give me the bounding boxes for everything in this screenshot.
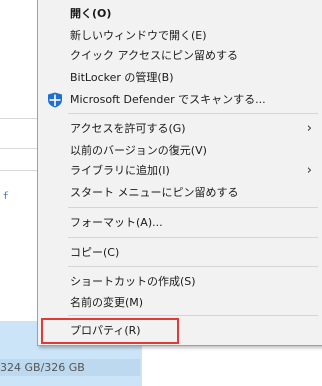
menu-item-open-new-window[interactable]: 新しいウィンドウで開く(E): [38, 25, 322, 47]
menu-item-label: 以前のバージョンの復元(V): [70, 144, 207, 157]
menu-item-format[interactable]: フォーマット(A)...: [38, 212, 322, 234]
submenu-arrow-icon: ›: [306, 121, 312, 136]
menu-item-label: Microsoft Defender でスキャンする...: [70, 93, 266, 106]
menu-item-label: BitLocker の管理(B): [70, 71, 174, 84]
menu-item-label: アクセスを許可する(G): [70, 122, 186, 135]
menu-item-label: ライブラリに追加(I): [70, 164, 170, 177]
menu-item-bitlocker[interactable]: BitLocker の管理(B): [38, 67, 322, 89]
defender-shield-icon: [48, 92, 62, 108]
drive-capacity-text: 324 GB/326 GB: [0, 361, 85, 374]
menu-item-label: フォーマット(A)...: [70, 216, 163, 229]
menu-item-label: コピー(C): [70, 246, 120, 259]
divider: [0, 118, 38, 119]
menu-item-label: スタート メニューにピン留めする: [70, 186, 239, 199]
menu-item-create-shortcut[interactable]: ショートカットの作成(S): [38, 271, 322, 293]
divider: [0, 170, 38, 171]
menu-separator: [68, 207, 318, 208]
menu-item-pin-quick-access[interactable]: クイック アクセスにピン留めする: [38, 45, 322, 67]
menu-item-include-in-library[interactable]: ライブラリに追加(I) ›: [38, 160, 322, 182]
menu-item-label: 新しいウィンドウで開く(E): [70, 29, 207, 42]
menu-separator: [68, 113, 318, 114]
menu-item-defender-scan[interactable]: Microsoft Defender でスキャンする...: [38, 89, 322, 111]
divider: [0, 148, 38, 149]
menu-separator: [68, 266, 318, 267]
list-item-fragment: ｆ: [1, 193, 10, 202]
menu-item-rename[interactable]: 名前の変更(M): [38, 292, 322, 314]
context-menu: 開く(O) 新しいウィンドウで開く(E) クイック アクセスにピン留めする Bi…: [37, 0, 322, 346]
menu-item-label: ショートカットの作成(S): [70, 275, 196, 288]
menu-item-give-access[interactable]: アクセスを許可する(G) ›: [38, 118, 322, 140]
properties-highlight-box: [41, 318, 179, 344]
menu-item-open[interactable]: 開く(O): [38, 3, 322, 25]
menu-item-label: 名前の変更(M): [70, 296, 144, 309]
submenu-arrow-icon: ›: [306, 163, 312, 178]
menu-separator: [68, 237, 318, 238]
menu-item-label: 開く(O): [70, 7, 112, 20]
drive-capacity: 324 GB/326 GB: [0, 359, 142, 376]
menu-item-copy[interactable]: コピー(C): [38, 242, 322, 264]
menu-separator: [68, 315, 318, 316]
menu-item-restore-previous-versions[interactable]: 以前のバージョンの復元(V): [38, 140, 322, 162]
menu-item-pin-to-start[interactable]: スタート メニューにピン留めする: [38, 182, 322, 204]
menu-item-label: クイック アクセスにピン留めする: [70, 49, 238, 62]
